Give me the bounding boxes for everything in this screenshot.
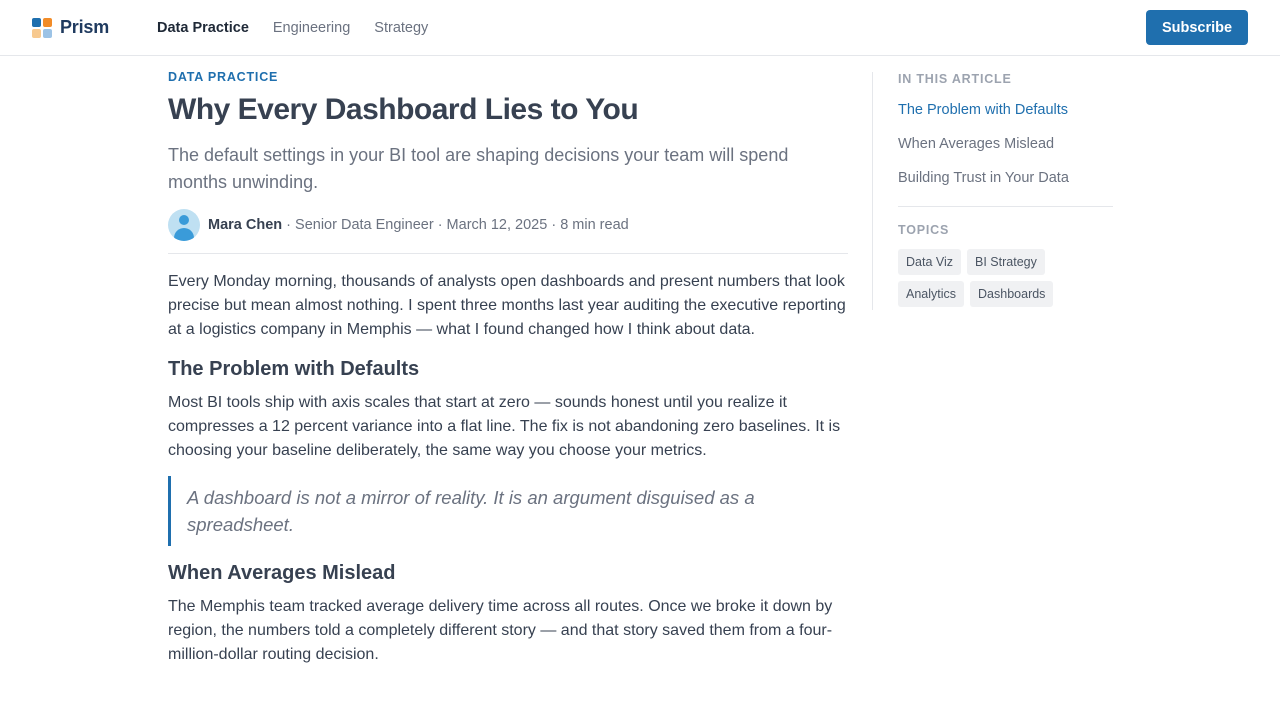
article: DATA PRACTICE Why Every Dashboard Lies t… <box>168 70 848 667</box>
brand-name: Prism <box>60 17 110 37</box>
subscribe-button[interactable]: Subscribe <box>1146 10 1248 45</box>
pull-quote: A dashboard is not a mirror of reality. … <box>168 476 848 546</box>
topic-tag-dashboards[interactable]: Dashboards <box>970 281 1054 307</box>
intro-paragraph: Every Monday morning, thousands of analy… <box>168 273 846 338</box>
topic-tags: Data Viz BI Strategy Analytics Dashboard… <box>898 249 1113 307</box>
nav-link-strategy[interactable]: Strategy <box>374 20 428 36</box>
author-name-link[interactable]: Mara Chen <box>208 217 282 233</box>
topic-tag-analytics[interactable]: Analytics <box>898 281 965 307</box>
section-heading-averages: When Averages Mislead <box>168 562 396 584</box>
toc-label: IN THIS ARTICLE <box>898 72 1012 86</box>
logo-square-lightblue <box>43 28 52 38</box>
topic-tag-bi-strategy[interactable]: BI Strategy <box>967 249 1045 275</box>
nav-link-data-practice[interactable]: Data Practice <box>157 20 249 36</box>
section-paragraph-averages: The Memphis team tracked average deliver… <box>168 598 833 663</box>
article-subtitle: The default settings in your BI tool are… <box>168 145 789 192</box>
article-sidebar: IN THIS ARTICLE The Problem with Default… <box>872 72 1113 310</box>
byline: Mara Chen · Senior Data Engineer · March… <box>168 208 848 241</box>
prism-logo-icon <box>32 17 52 38</box>
logo-square-orange <box>43 17 52 27</box>
section-paragraph-defaults: Most BI tools ship with axis scales that… <box>168 394 841 459</box>
avatar-body-shape <box>174 227 194 241</box>
main-nav: Data Practice Engineering Strategy <box>157 20 428 36</box>
table-of-contents: The Problem with Defaults When Averages … <box>898 101 1112 203</box>
byline-meta: · Senior Data Engineer · March 12, 2025 … <box>282 216 629 233</box>
pull-quote-text: A dashboard is not a mirror of reality. … <box>187 487 755 535</box>
logo-square-peach <box>32 28 41 38</box>
byline-divider <box>168 253 848 254</box>
top-navigation-bar: Prism Data Practice Engineering Strategy… <box>0 0 1280 56</box>
topic-tag-data-viz[interactable]: Data Viz <box>898 249 962 275</box>
toc-item-building-trust[interactable]: Building Trust in Your Data <box>898 169 1112 203</box>
article-title: Why Every Dashboard Lies to You <box>168 93 639 126</box>
brand-logo-link[interactable]: Prism <box>32 17 109 38</box>
byline-text: Mara Chen · Senior Data Engineer · March… <box>208 217 629 233</box>
toc-item-when-averages-mislead[interactable]: When Averages Mislead <box>898 135 1112 169</box>
logo-square-blue <box>32 17 41 27</box>
sidebar-divider <box>898 206 1113 207</box>
nav-link-engineering[interactable]: Engineering <box>273 20 350 36</box>
article-category-link[interactable]: DATA PRACTICE <box>168 70 848 84</box>
avatar-head-shape <box>179 214 189 225</box>
toc-item-problem-with-defaults[interactable]: The Problem with Defaults <box>898 101 1112 135</box>
section-heading-defaults: The Problem with Defaults <box>168 358 420 380</box>
topics-label: TOPICS <box>898 223 950 237</box>
author-avatar[interactable] <box>168 208 200 241</box>
